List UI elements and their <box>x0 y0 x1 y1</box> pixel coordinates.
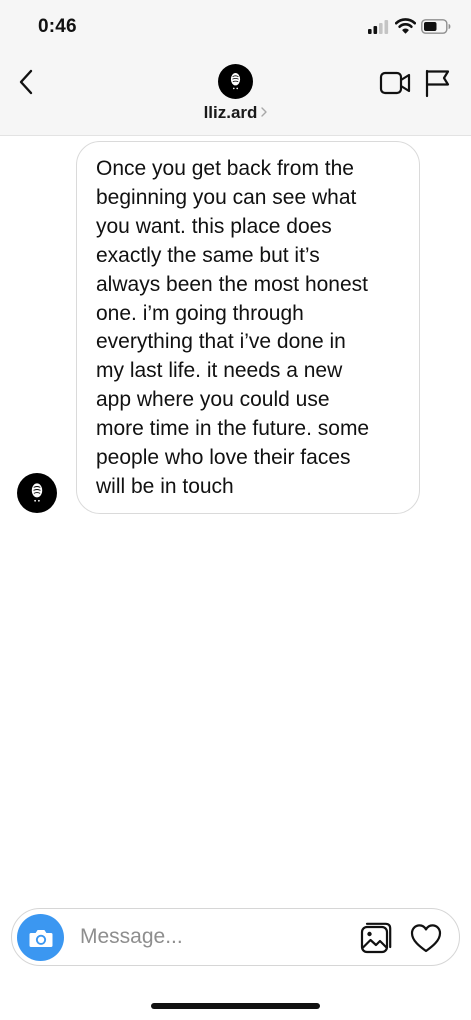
message-input[interactable] <box>80 921 342 953</box>
camera-button[interactable] <box>17 914 64 961</box>
sender-avatar[interactable] <box>17 473 57 513</box>
video-camera-icon <box>379 71 411 95</box>
report-flag-button[interactable] <box>423 68 451 98</box>
status-time: 0:46 <box>38 16 77 37</box>
status-bar: 0:46 <box>0 0 471 56</box>
message-bubble[interactable]: Once you get back from the beginning you… <box>76 141 420 514</box>
wifi-icon <box>395 18 416 34</box>
flag-icon <box>425 69 450 98</box>
contact-name-row: lliz.ard <box>0 103 471 123</box>
gallery-button[interactable] <box>359 921 393 955</box>
heart-icon <box>410 924 442 953</box>
battery-icon <box>421 19 451 34</box>
avatar[interactable] <box>218 64 253 99</box>
image-gallery-icon <box>360 922 392 954</box>
chevron-right-icon <box>261 107 268 117</box>
contact-name[interactable]: lliz.ard <box>204 103 258 122</box>
video-call-button[interactable] <box>379 69 411 97</box>
conversation-header: lliz.ard <box>0 56 471 136</box>
camera-icon <box>29 929 52 947</box>
message-composer <box>11 908 460 966</box>
cellular-signal-icon <box>368 20 389 34</box>
like-button[interactable] <box>409 922 443 954</box>
back-button[interactable] <box>12 66 40 98</box>
home-indicator[interactable] <box>151 1003 320 1009</box>
chevron-left-icon <box>19 69 33 95</box>
